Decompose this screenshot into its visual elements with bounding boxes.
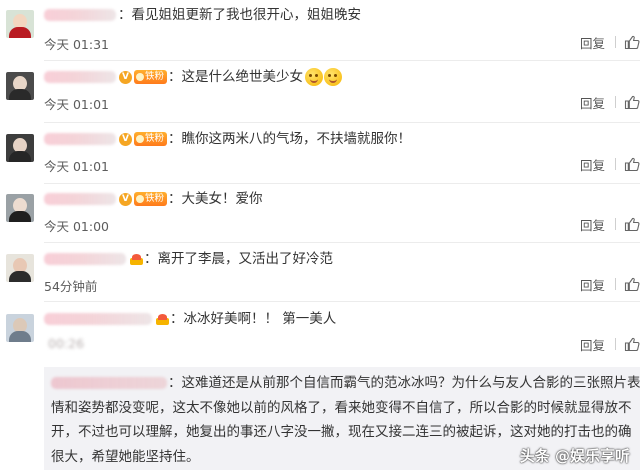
crown-badge-icon <box>156 313 169 325</box>
username-blurred[interactable] <box>44 193 116 205</box>
comment-time: 54分钟前 <box>44 279 98 294</box>
reply-button[interactable]: 回复 <box>580 93 605 112</box>
comment-time: 今天 01:01 <box>44 159 109 174</box>
comment-item: ： 离开了李晨，又活出了好冷范 54分钟前 回复 <box>0 248 640 298</box>
comment-text: 离开了李晨，又活出了好冷范 <box>157 251 334 267</box>
fan-heart-icon <box>136 73 144 81</box>
comment-time: 今天 01:01 <box>44 97 109 112</box>
avatar[interactable] <box>6 254 34 282</box>
crown-badge-icon <box>130 253 143 265</box>
comment-text: 看见姐姐更新了我也很开心，姐姐晚安 <box>131 7 362 23</box>
action-separator <box>615 278 616 290</box>
username-blurred[interactable] <box>44 9 116 21</box>
action-separator <box>615 36 616 48</box>
action-separator <box>615 338 616 350</box>
verified-v-icon: V <box>119 132 132 146</box>
username-blurred[interactable] <box>51 377 167 389</box>
reply-button[interactable]: 回复 <box>580 215 605 234</box>
comment-divider <box>44 122 640 123</box>
smirk-emoji-icon <box>324 68 343 86</box>
comment-text: 大美女！爱你 <box>181 191 263 207</box>
comment-time: 今天 01:00 <box>44 219 109 234</box>
comment-divider <box>44 242 640 243</box>
avatar[interactable] <box>6 194 34 222</box>
action-separator <box>615 218 616 230</box>
like-thumb-icon[interactable] <box>624 336 640 352</box>
comment-divider <box>44 301 640 302</box>
comment-text: 瞧你这两米八的气场，不扶墙就服你！ <box>181 131 412 147</box>
action-separator <box>615 96 616 108</box>
username-blurred[interactable] <box>44 133 116 145</box>
avatar[interactable] <box>6 134 34 162</box>
comment-text: 冰冰好美啊！！ 第一美人 <box>183 311 337 327</box>
username-blurred[interactable] <box>44 313 152 325</box>
like-thumb-icon[interactable] <box>624 156 640 172</box>
username-blurred[interactable] <box>44 71 116 83</box>
comment-item: ： 冰冰好美啊！！ 第一美人 00:26 回复 <box>0 308 640 362</box>
avatar[interactable] <box>6 314 34 342</box>
comment-time: 今天 01:31 <box>44 37 109 52</box>
avatar[interactable] <box>6 10 34 38</box>
source-watermark: 头条 @娱乐享听 <box>519 447 630 465</box>
comment-item: V 铁粉 ： 大美女！爱你 今天 01:00 回复 <box>0 188 640 238</box>
smirk-emoji-icon <box>305 68 324 86</box>
comment-divider <box>44 60 640 61</box>
iron-fan-badge: 铁粉 <box>134 70 168 84</box>
comment-time: 00:26 <box>48 336 85 351</box>
reply-button[interactable]: 回复 <box>580 275 605 294</box>
like-thumb-icon[interactable] <box>624 94 640 110</box>
verified-v-icon: V <box>119 70 132 84</box>
action-separator <box>615 158 616 170</box>
verified-v-icon: V <box>119 192 132 206</box>
reply-button[interactable]: 回复 <box>580 155 605 174</box>
reply-button[interactable]: 回复 <box>580 335 605 354</box>
comment-item: V 铁粉 ： 这是什么绝世美少女 今天 01:01 回复 <box>0 66 640 116</box>
avatar[interactable] <box>6 72 34 100</box>
comment-divider <box>44 183 640 184</box>
reply-button[interactable]: 回复 <box>580 33 605 52</box>
username-blurred[interactable] <box>44 253 126 265</box>
like-thumb-icon[interactable] <box>624 276 640 292</box>
like-thumb-icon[interactable] <box>624 216 640 232</box>
like-thumb-icon[interactable] <box>624 34 640 50</box>
comment-item: V 铁粉 ： 瞧你这两米八的气场，不扶墙就服你！ 今天 01:01 回复 <box>0 128 640 178</box>
iron-fan-badge: 铁粉 <box>134 132 168 146</box>
fan-heart-icon <box>136 135 144 143</box>
iron-fan-badge: 铁粉 <box>134 192 168 206</box>
fan-heart-icon <box>136 195 144 203</box>
comment-item: ： 看见姐姐更新了我也很开心，姐姐晚安 今天 01:31 回复 <box>0 4 640 52</box>
comment-text: 这是什么绝世美少女 <box>181 69 304 85</box>
